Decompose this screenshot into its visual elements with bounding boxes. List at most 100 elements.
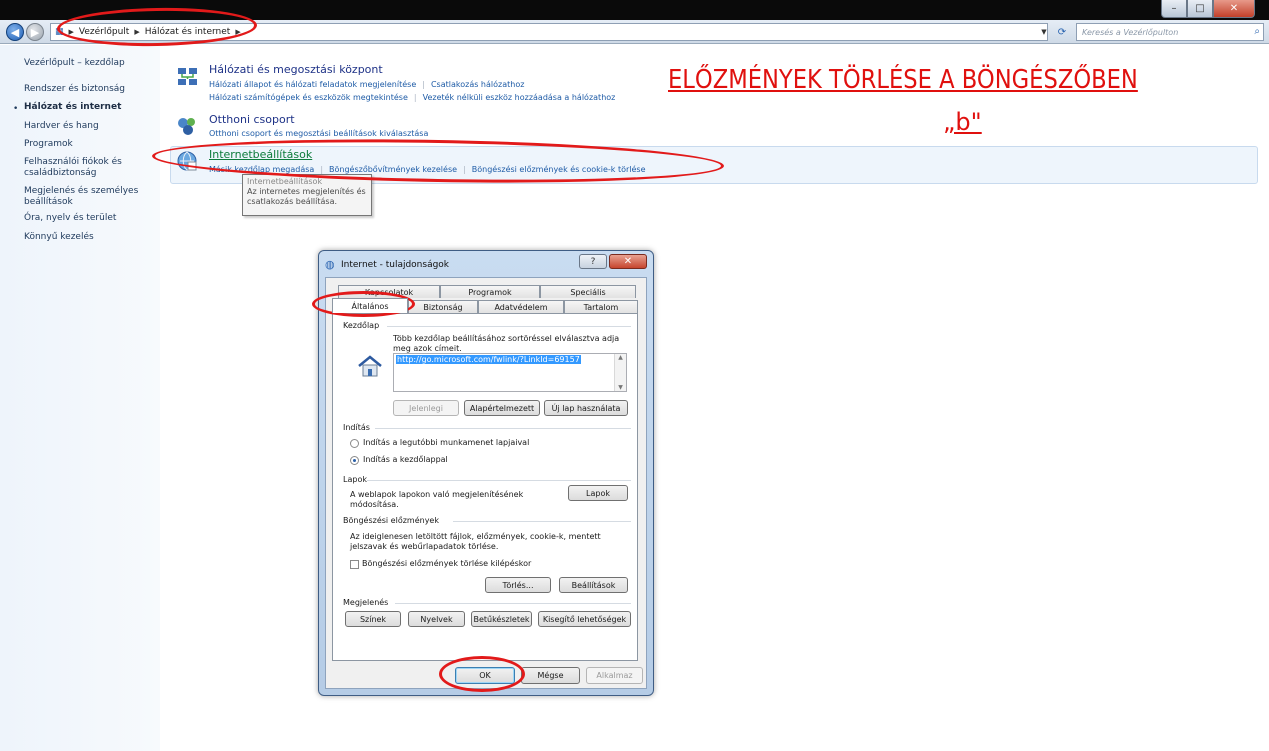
dialog-body: Kapcsolatok Programok Speciális Általáno… xyxy=(325,277,647,689)
colors-button[interactable]: Színek xyxy=(345,611,401,627)
nav-item-user-accounts[interactable]: Felhasználói fiókok és családbiztonság xyxy=(24,157,134,179)
arrow-right-icon: ▶ xyxy=(30,25,40,39)
tab-connections[interactable]: Kapcsolatok xyxy=(338,285,440,298)
tooltip: Internetbeállítások Az internetes megjel… xyxy=(242,174,372,216)
network-center-icon xyxy=(178,68,197,85)
scroll-down-icon: ▼ xyxy=(618,384,623,391)
dialog-close-button[interactable]: ✕ xyxy=(609,254,647,269)
current-bullet: • xyxy=(13,104,19,114)
cancel-button[interactable]: Mégse xyxy=(521,667,580,684)
forward-button[interactable]: ▶ xyxy=(26,23,44,41)
use-default-button[interactable]: Alapértelmezett xyxy=(464,400,540,416)
tab-security[interactable]: Biztonság xyxy=(408,300,478,313)
annotation-subtitle: „b" xyxy=(943,108,982,136)
tab-content[interactable]: Tartalom xyxy=(564,300,638,313)
tooltip-line2: csatlakozás beállítása. xyxy=(247,197,338,206)
tabs-description: A weblapok lapokon való megjelenítésének… xyxy=(350,490,524,509)
refresh-button[interactable]: ⟳ xyxy=(1052,23,1072,41)
network-center-links-row1: Hálózati állapot és hálózati feladatok m… xyxy=(209,80,525,89)
back-button[interactable]: ◀ xyxy=(6,23,24,41)
breadcrumb-control-panel[interactable]: Vezérlőpult xyxy=(79,27,129,37)
link-add-wireless-device[interactable]: Vezeték nélküli eszköz hozzáadása a háló… xyxy=(423,93,616,102)
link-view-network-computers[interactable]: Hálózati számítógépek és eszközök megtek… xyxy=(209,93,408,102)
nav-item-control-panel-home[interactable]: Vezérlőpult – kezdőlap xyxy=(24,58,154,69)
link-change-homepage[interactable]: Másik kezdőlap megadása xyxy=(209,165,314,174)
chevron-down-icon: ▼ xyxy=(1041,28,1047,36)
search-icon[interactable]: ⌕ xyxy=(1254,26,1260,37)
languages-button[interactable]: Nyelvek xyxy=(408,611,465,627)
tabs-settings-button[interactable]: Lapok xyxy=(568,485,628,501)
startup-group-label: Indítás xyxy=(343,423,370,432)
internet-properties-dialog: ◍ Internet - tulajdonságok ? ✕ Kapcsolat… xyxy=(318,250,654,696)
nav-item-ease-of-access[interactable]: Könnyű kezelés xyxy=(24,232,154,243)
nav-item-clock-language[interactable]: Óra, nyelv és terület xyxy=(24,213,154,224)
nav-item-system-security[interactable]: Rendszer és biztonság xyxy=(24,84,154,95)
startup-last-session-label[interactable]: Indítás a legutóbbi munkamenet lapjaival xyxy=(363,438,529,448)
chevron-right-icon: ▶ xyxy=(235,28,241,36)
nav-item-hardware-sound[interactable]: Hardver és hang xyxy=(24,121,154,132)
nav-item-appearance[interactable]: Megjelenés és személyes beállítások xyxy=(24,186,139,208)
tab-advanced[interactable]: Speciális xyxy=(540,285,636,298)
network-center-title[interactable]: Hálózati és megosztási központ xyxy=(209,63,383,76)
scroll-up-icon: ▲ xyxy=(618,354,623,361)
homepage-description: Több kezdőlap beállításához sortöréssel … xyxy=(393,334,620,353)
link-delete-history[interactable]: Böngészési előzmények és cookie-k törlés… xyxy=(472,165,646,174)
search-input[interactable]: Keresés a Vezérlőpulton ⌕ xyxy=(1076,23,1264,41)
nav-item-network-internet[interactable]: Hálózat és internet xyxy=(24,102,154,113)
nav-item-programs[interactable]: Programok xyxy=(24,139,154,150)
close-button[interactable]: ✕ xyxy=(1213,0,1255,18)
internet-options-title[interactable]: Internetbeállítások xyxy=(209,148,312,161)
ie-globe-icon: ◍ xyxy=(325,258,335,271)
internet-options-icon xyxy=(177,151,197,171)
dialog-title: Internet - tulajdonságok xyxy=(341,260,450,270)
use-current-button[interactable]: Jelenlegi xyxy=(393,400,459,416)
tab-programs[interactable]: Programok xyxy=(440,285,540,298)
delete-history-on-exit-label[interactable]: Böngészési előzmények törlése kilépéskor xyxy=(362,559,531,569)
address-dropdown-button[interactable]: ▼ xyxy=(1038,23,1050,41)
delete-history-on-exit-checkbox[interactable] xyxy=(350,560,359,569)
homepage-group-label: Kezdőlap xyxy=(343,321,380,330)
startup-last-session-radio[interactable] xyxy=(350,439,359,448)
breadcrumb[interactable]: ▦ ▶ Vezérlőpult ▶ Hálózat és internet ▶ xyxy=(50,23,1048,41)
startup-homepage-radio[interactable] xyxy=(350,456,359,465)
search-placeholder: Keresés a Vezérlőpulton xyxy=(1082,27,1179,37)
apply-button[interactable]: Alkalmaz xyxy=(586,667,643,684)
homegroup-links: Otthoni csoport és megosztási beállításo… xyxy=(209,129,428,138)
tabs-group-label: Lapok xyxy=(343,475,367,484)
homepage-url-textarea[interactable]: http://go.microsoft.com/fwlink/?LinkId=6… xyxy=(393,353,627,392)
internet-options-links: Másik kezdőlap megadása | Böngészőbővítm… xyxy=(209,165,646,174)
annotation-title: ELŐZMÉNYEK TÖRLÉSE A BÖNGÉSZŐBEN xyxy=(668,65,1138,95)
textarea-scrollbar[interactable]: ▲ ▼ xyxy=(614,354,626,391)
fonts-button[interactable]: Betűkészletek xyxy=(471,611,532,627)
link-manage-addons[interactable]: Böngészőbővítmények kezelése xyxy=(329,165,457,174)
window-controls: – □ ✕ xyxy=(1161,0,1255,18)
chevron-right-icon: ▶ xyxy=(134,28,140,36)
accessibility-button[interactable]: Kisegítő lehetőségek xyxy=(538,611,631,627)
arrow-left-icon: ◀ xyxy=(10,25,20,39)
left-navigation xyxy=(0,45,160,751)
delete-history-button[interactable]: Törlés... xyxy=(485,577,551,593)
history-description: Az ideiglenesen letöltött fájlok, előzmé… xyxy=(350,532,601,551)
breadcrumb-network-internet[interactable]: Hálózat és internet xyxy=(145,27,231,37)
ok-button[interactable]: OK xyxy=(455,667,515,684)
use-new-tab-button[interactable]: Új lap használata xyxy=(544,400,628,416)
link-network-status[interactable]: Hálózati állapot és hálózati feladatok m… xyxy=(209,80,416,89)
link-homegroup-settings[interactable]: Otthoni csoport és megosztási beállításo… xyxy=(209,129,428,138)
tab-general[interactable]: Általános xyxy=(332,298,408,313)
maximize-button[interactable]: □ xyxy=(1187,0,1213,18)
chevron-right-icon: ▶ xyxy=(68,28,74,36)
appearance-group-label: Megjelenés xyxy=(343,598,389,607)
window-titlebar: – □ ✕ xyxy=(0,0,1269,20)
link-connect-network[interactable]: Csatlakozás hálózathoz xyxy=(431,80,524,89)
homegroup-title[interactable]: Otthoni csoport xyxy=(209,113,295,126)
history-group-label: Böngészési előzmények xyxy=(343,516,439,525)
address-toolbar: ◀ ▶ ▦ ▶ Vezérlőpult ▶ Hálózat és interne… xyxy=(0,20,1269,44)
history-settings-button[interactable]: Beállítások xyxy=(559,577,628,593)
minimize-button[interactable]: – xyxy=(1161,0,1187,18)
homepage-url-value: http://go.microsoft.com/fwlink/?LinkId=6… xyxy=(396,355,581,364)
network-center-links-row2: Hálózati számítógépek és eszközök megtek… xyxy=(209,93,616,102)
tab-privacy[interactable]: Adatvédelem xyxy=(478,300,564,313)
general-tab-panel: Kezdőlap Több kezdőlap beállításához sor… xyxy=(332,313,638,661)
help-button[interactable]: ? xyxy=(579,254,607,269)
startup-homepage-label[interactable]: Indítás a kezdőlappal xyxy=(363,455,448,465)
